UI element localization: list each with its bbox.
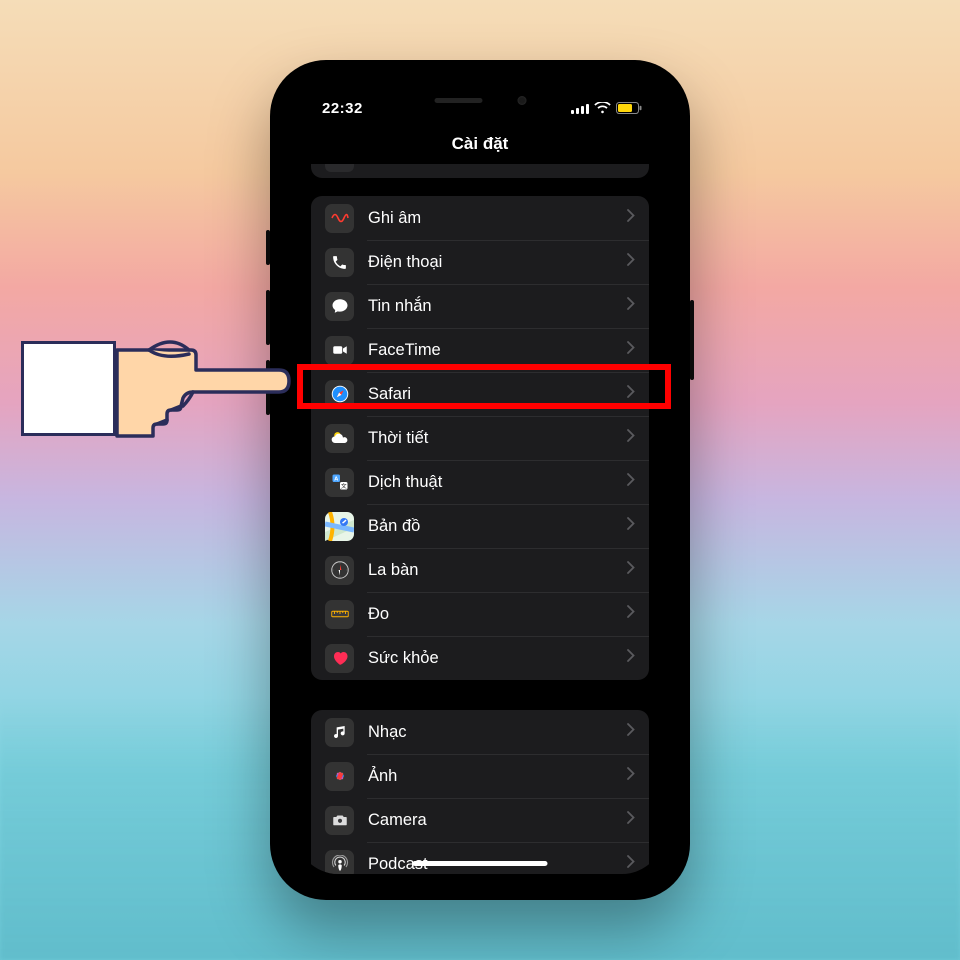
mute-switch	[266, 230, 270, 265]
settings-row-health[interactable]: Sức khỏe	[311, 636, 649, 680]
phone-icon	[325, 248, 354, 277]
chevron-right-icon	[627, 649, 635, 667]
row-label: Thời tiết	[368, 429, 627, 448]
health-icon	[325, 644, 354, 673]
settings-row-phone[interactable]: Điện thoại	[311, 240, 649, 284]
facetime-icon	[325, 336, 354, 365]
settings-row-voicememo[interactable]: Ghi âm	[311, 196, 649, 240]
settings-row-translate[interactable]: A文 Dịch thuật	[311, 460, 649, 504]
chevron-right-icon	[627, 253, 635, 271]
notch	[393, 86, 568, 114]
settings-row-facetime[interactable]: FaceTime	[311, 328, 649, 372]
row-label: Điện thoại	[368, 253, 627, 272]
status-time: 22:32	[322, 100, 363, 117]
chevron-right-icon	[627, 517, 635, 535]
camera-icon	[325, 806, 354, 835]
row-label: Đo	[368, 605, 627, 624]
chevron-right-icon	[627, 561, 635, 579]
row-label: La bàn	[368, 561, 627, 580]
status-indicators	[571, 102, 642, 114]
messages-icon	[325, 292, 354, 321]
battery-icon	[616, 102, 642, 114]
side-button	[690, 300, 694, 380]
chevron-right-icon	[627, 811, 635, 829]
chevron-right-icon	[627, 209, 635, 227]
chevron-right-icon	[627, 385, 635, 403]
chevron-right-icon	[627, 605, 635, 623]
settings-row-camera[interactable]: Camera	[311, 798, 649, 842]
row-label: Nhạc	[368, 723, 627, 742]
phone-frame: 22:32 Cài đặt Ghi âm	[270, 60, 690, 900]
settings-row-music[interactable]: Nhạc	[311, 710, 649, 754]
chevron-right-icon	[627, 297, 635, 315]
row-label: Bản đồ	[368, 517, 627, 536]
settings-row-photos[interactable]: Ảnh	[311, 754, 649, 798]
measure-icon	[325, 600, 354, 629]
row-label: Ghi âm	[368, 209, 627, 228]
chevron-right-icon	[627, 723, 635, 741]
podcast-icon	[325, 850, 354, 875]
phone-screen: 22:32 Cài đặt Ghi âm	[296, 86, 664, 874]
weather-icon	[325, 424, 354, 453]
settings-row-measure[interactable]: Đo	[311, 592, 649, 636]
svg-text:文: 文	[340, 482, 346, 490]
cellular-icon	[571, 103, 589, 114]
home-indicator[interactable]	[413, 861, 548, 866]
row-label: Tin nhắn	[368, 297, 627, 316]
previous-group-edge	[311, 164, 649, 178]
settings-row-safari[interactable]: Safari	[311, 372, 649, 416]
photos-icon	[325, 762, 354, 791]
settings-row-compass[interactable]: La bàn	[311, 548, 649, 592]
row-label: Camera	[368, 811, 627, 830]
page-title: Cài đặt	[296, 130, 664, 164]
chevron-right-icon	[627, 855, 635, 873]
translate-icon: A文	[325, 468, 354, 497]
settings-group-apps: Ghi âm Điện thoại Tin	[311, 196, 649, 680]
settings-row-messages[interactable]: Tin nhắn	[311, 284, 649, 328]
settings-row-podcast[interactable]: Podcast	[311, 842, 649, 874]
row-label: Sức khỏe	[368, 649, 627, 668]
chevron-right-icon	[627, 341, 635, 359]
row-label: Dịch thuật	[368, 473, 627, 492]
settings-row-maps[interactable]: Bản đồ	[311, 504, 649, 548]
chevron-right-icon	[627, 767, 635, 785]
voicememo-icon	[325, 204, 354, 233]
safari-icon	[325, 380, 354, 409]
compass-icon	[325, 556, 354, 585]
row-label: Ảnh	[368, 767, 627, 786]
row-label: FaceTime	[368, 341, 627, 360]
row-label: Safari	[368, 385, 627, 404]
wifi-icon	[594, 102, 611, 114]
maps-icon	[325, 512, 354, 541]
music-icon	[325, 718, 354, 747]
settings-group-media: Nhạc Ảnh Camera	[311, 710, 649, 874]
chevron-right-icon	[627, 429, 635, 447]
chevron-right-icon	[627, 473, 635, 491]
settings-row-weather[interactable]: Thời tiết	[311, 416, 649, 460]
pointing-hand-icon	[21, 306, 301, 486]
